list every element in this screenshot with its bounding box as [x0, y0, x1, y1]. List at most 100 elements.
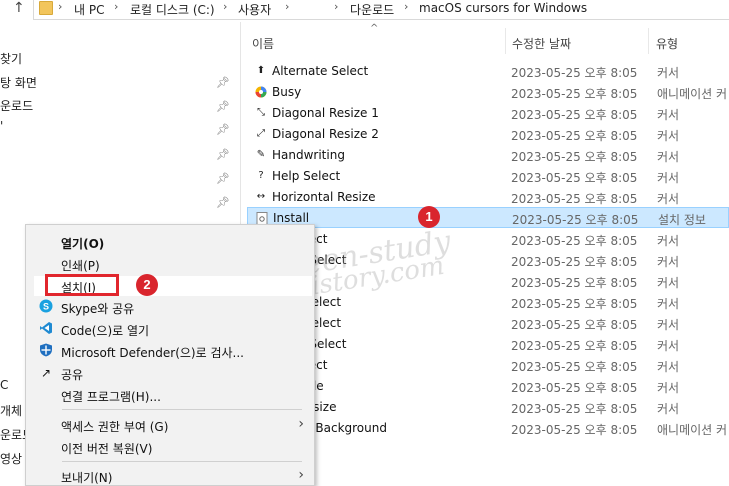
breadcrumb-current-folder[interactable]: macOS cursors for Windows: [419, 1, 587, 15]
nav-item-desktop[interactable]: 탕 화면: [0, 74, 37, 91]
breadcrumb-this-pc[interactable]: 내 PC: [74, 1, 104, 18]
file-date: 2023-05-25 오후 8:05: [511, 108, 638, 122]
file-name: Horizontal Resize: [272, 190, 376, 204]
file-row[interactable]: ⤢ Diagonal Resize 2 2023-05-25 오후 8:05 커…: [247, 124, 729, 145]
column-header-date[interactable]: 수정한 날짜: [512, 35, 571, 52]
pin-icon[interactable]: 📌︎: [216, 172, 230, 185]
pin-icon[interactable]: 📌︎: [216, 148, 230, 161]
file-row[interactable]: g In Background 2023-05-25 오후 8:05 애니메이션…: [247, 418, 729, 439]
arrow-up-icon: ⬆: [256, 65, 266, 76]
sort-ascending-icon: ^: [370, 23, 379, 34]
file-row[interactable]: elect 2023-05-25 오후 8:05 커서: [247, 355, 729, 376]
file-date: 2023-05-25 오후 8:05: [511, 171, 638, 185]
chevron-right-icon[interactable]: ›: [114, 0, 118, 13]
pin-icon[interactable]: 📌︎: [216, 123, 230, 136]
file-row[interactable]: able 2023-05-25 오후 8:05 커서: [247, 376, 729, 397]
step-badge-2: 2: [136, 274, 158, 296]
file-row[interactable]: ✎ Handwriting 2023-05-25 오후 8:05 커서: [247, 145, 729, 166]
folder-icon: [39, 1, 53, 15]
menu-item-send-to[interactable]: 보내기(N) ›: [34, 466, 312, 486]
up-arrow-icon[interactable]: ↑: [13, 0, 25, 16]
file-date: 2023-05-25 오후 8:05: [511, 150, 638, 164]
breadcrumb-downloads[interactable]: 다운로드: [350, 1, 394, 18]
file-name: Handwriting: [272, 148, 345, 162]
menu-item-open-with-code[interactable]: Code(으)로 열기: [34, 319, 312, 339]
chevron-right-icon[interactable]: ›: [404, 0, 408, 13]
file-row[interactable]: ⤡ Diagonal Resize 1 2023-05-25 오후 8:05 커…: [247, 103, 729, 124]
file-row[interactable]: Resize 2023-05-25 오후 8:05 커서: [247, 397, 729, 418]
file-type: 커서: [657, 318, 680, 332]
nav-item-3d-objects[interactable]: 개체: [0, 402, 22, 419]
file-row-selected[interactable]: Install 2023-05-25 오후 8:05 설치 정보: [247, 207, 729, 228]
chevron-right-icon[interactable]: ›: [223, 0, 227, 13]
menu-item-skype-share[interactable]: S Skype와 공유: [34, 297, 312, 317]
pin-icon[interactable]: 📌︎: [216, 196, 230, 209]
menu-item-open[interactable]: 열기(O): [34, 232, 312, 252]
file-row[interactable]: ? Help Select 2023-05-25 오후 8:05 커서: [247, 166, 729, 187]
file-type: 애니메이션 커: [657, 87, 728, 101]
file-row[interactable]: n Select 2023-05-25 오후 8:05 커서: [247, 334, 729, 355]
file-type: 커서: [657, 192, 680, 206]
diagonal-resize-icon: ⤡: [257, 107, 265, 118]
column-header-type[interactable]: 유형: [656, 35, 678, 52]
file-type: 커서: [657, 297, 680, 311]
menu-item-label: 액세스 권한 부여 (G): [61, 420, 169, 434]
chevron-right-icon[interactable]: ›: [285, 0, 289, 13]
chevron-right-icon[interactable]: ›: [334, 0, 338, 13]
file-type: 설치 정보: [658, 213, 706, 227]
column-divider[interactable]: [648, 28, 649, 54]
menu-item-share[interactable]: ↗ 공유: [34, 363, 312, 383]
column-divider[interactable]: [505, 28, 506, 54]
context-menu: 열기(O) 인쇄(P) 설치(I) S Skype와 공유 Code(으)로 열…: [25, 224, 315, 486]
breadcrumb-local-disk[interactable]: 로컬 디스크 (C:): [130, 1, 215, 18]
menu-item-restore-versions[interactable]: 이전 버전 복원(V): [34, 437, 312, 457]
address-bar[interactable]: › 내 PC › 로컬 디스크 (C:) › 사용자 › › 다운로드 › ma…: [33, 0, 729, 20]
highlight-box: [45, 274, 119, 296]
pin-icon[interactable]: 📌︎: [216, 100, 230, 113]
menu-item-open-with[interactable]: 연결 프로그램(H)...: [34, 385, 312, 405]
file-row[interactable]: ↔ Horizontal Resize 2023-05-25 오후 8:05 커…: [247, 187, 729, 208]
file-type: 커서: [657, 129, 680, 143]
file-type: 커서: [657, 339, 680, 353]
pin-icon[interactable]: 📌︎: [216, 76, 230, 89]
menu-item-label: Microsoft Defender(으)로 검사...: [61, 346, 244, 360]
menu-separator: [62, 409, 302, 410]
step-badge-1: 1: [418, 206, 440, 228]
menu-item-print[interactable]: 인쇄(P): [34, 254, 312, 274]
nav-item-downloads[interactable]: 운로드: [0, 97, 33, 114]
file-type: 커서: [657, 150, 680, 164]
file-row[interactable]: Busy 2023-05-25 오후 8:05 애니메이션 커: [247, 82, 729, 103]
diagonal-resize-icon: ⤢: [257, 128, 265, 139]
file-date: 2023-05-25 오후 8:05: [511, 87, 638, 101]
menu-item-label: 공유: [61, 368, 84, 382]
file-name: Install: [273, 211, 310, 225]
file-name: Diagonal Resize 2: [272, 127, 379, 141]
menu-separator: [62, 461, 302, 462]
file-row[interactable]: Select 2023-05-25 오후 8:05 커서: [247, 313, 729, 334]
breadcrumb-users[interactable]: 사용자: [238, 1, 271, 18]
busy-wheel-icon: [255, 86, 267, 98]
chevron-right-icon: ›: [298, 416, 304, 432]
nav-item-quick-access[interactable]: 찾기: [0, 50, 22, 67]
file-date: 2023-05-25 오후 8:05: [511, 360, 638, 374]
menu-item-defender-scan[interactable]: Microsoft Defender(으)로 검사...: [34, 341, 312, 361]
file-date: 2023-05-25 오후 8:05: [511, 234, 638, 248]
nav-item-videos[interactable]: 영상: [0, 450, 22, 467]
menu-item-label: 연결 프로그램(H)...: [61, 390, 161, 404]
pen-icon: ✎: [256, 149, 266, 160]
column-header-name[interactable]: 이름: [252, 35, 274, 52]
file-date: 2023-05-25 오후 8:05: [511, 129, 638, 143]
file-date: 2023-05-25 오후 8:05: [511, 255, 638, 269]
file-type: 커서: [657, 381, 680, 395]
menu-item-give-access[interactable]: 액세스 권한 부여 (G) ›: [34, 415, 312, 435]
file-date: 2023-05-25 오후 8:05: [511, 423, 638, 437]
chevron-right-icon[interactable]: ›: [58, 0, 62, 13]
address-bar-area: ↑ › 내 PC › 로컬 디스크 (C:) › 사용자 › › 다운로드 › …: [0, 0, 729, 20]
defender-shield-icon: [38, 343, 54, 359]
setup-file-icon: [256, 212, 268, 225]
nav-item-pc[interactable]: C: [0, 378, 8, 392]
file-type: 커서: [657, 66, 680, 80]
menu-item-label: 이전 버전 복원(V): [61, 442, 153, 456]
file-row[interactable]: ⬆ Alternate Select 2023-05-25 오후 8:05 커서: [247, 61, 729, 82]
nav-item-documents[interactable]: ': [0, 119, 3, 133]
